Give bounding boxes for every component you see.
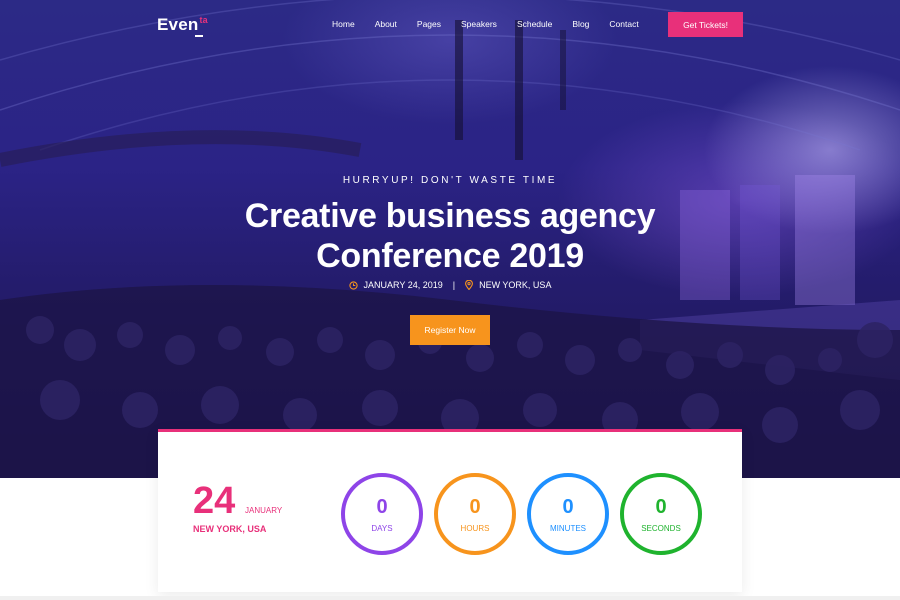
event-location-label: NEW YORK, USA (193, 524, 267, 534)
countdown-seconds-label: SECONDS (641, 523, 681, 533)
event-date: JANUARY 24, 2019 (348, 280, 443, 290)
countdown-seconds: 0 SECONDS (620, 473, 702, 555)
nav-link-home[interactable]: Home (332, 19, 355, 29)
nav-menu: Home About Pages Speakers Schedule Blog … (322, 19, 649, 29)
nav-link-schedule[interactable]: Schedule (517, 19, 552, 29)
nav-link-blog[interactable]: Blog (572, 19, 589, 29)
countdown-days-label: DAYS (371, 523, 393, 533)
hero-section: Eventa Home About Pages Speakers Schedul… (0, 0, 900, 478)
hero-tagline: HURRYUP! DON'T WASTE TIME (342, 175, 558, 186)
get-tickets-button[interactable]: Get Tickets! (668, 12, 743, 37)
navbar: Eventa Home About Pages Speakers Schedul… (0, 0, 900, 50)
clock-icon (348, 280, 358, 290)
event-location: NEW YORK, USA (465, 280, 551, 290)
countdown-minutes-label: MINUTES (550, 523, 586, 533)
logo-superscript: ta (199, 15, 208, 25)
event-month: JANUARY (245, 506, 283, 515)
event-meta: JANUARY 24, 2019 | NEW YORK, USA (0, 280, 900, 290)
event-location-text: NEW YORK, USA (479, 280, 552, 290)
countdown-days: 0 DAYS (341, 473, 423, 555)
countdown-minutes: 0 MINUTES (527, 473, 609, 555)
nav-link-contact[interactable]: Contact (609, 19, 638, 29)
page-bottom-divider (0, 596, 900, 600)
event-date-text: JANUARY 24, 2019 (363, 280, 443, 290)
register-now-button[interactable]: Register Now (410, 315, 490, 345)
logo[interactable]: Eventa (157, 15, 208, 37)
hero-title-line-1: Creative business agency (244, 197, 656, 235)
nav-link-about[interactable]: About (375, 19, 397, 29)
countdown-hours-label: HOURS (460, 523, 490, 533)
event-date-block: 24 JANUARY NEW YORK, USA (193, 482, 282, 534)
logo-text: Even (157, 15, 199, 34)
countdown-card: 24 JANUARY NEW YORK, USA 0 DAYS 0 HOURS … (158, 429, 742, 592)
countdown-hours-value: 0 (469, 495, 481, 518)
countdown-minutes-value: 0 (562, 495, 574, 518)
nav-link-speakers[interactable]: Speakers (461, 19, 497, 29)
hero-title: Creative business agency Conference 2019 (0, 196, 900, 276)
map-pin-icon (465, 280, 474, 290)
countdown-days-value: 0 (376, 495, 388, 518)
logo-underline (195, 35, 203, 37)
countdown-seconds-value: 0 (655, 495, 667, 518)
countdown-hours: 0 HOURS (434, 473, 516, 555)
hero-title-line-2: Conference 2019 (316, 237, 584, 275)
meta-separator: | (452, 280, 456, 290)
nav-link-pages[interactable]: Pages (417, 19, 441, 29)
